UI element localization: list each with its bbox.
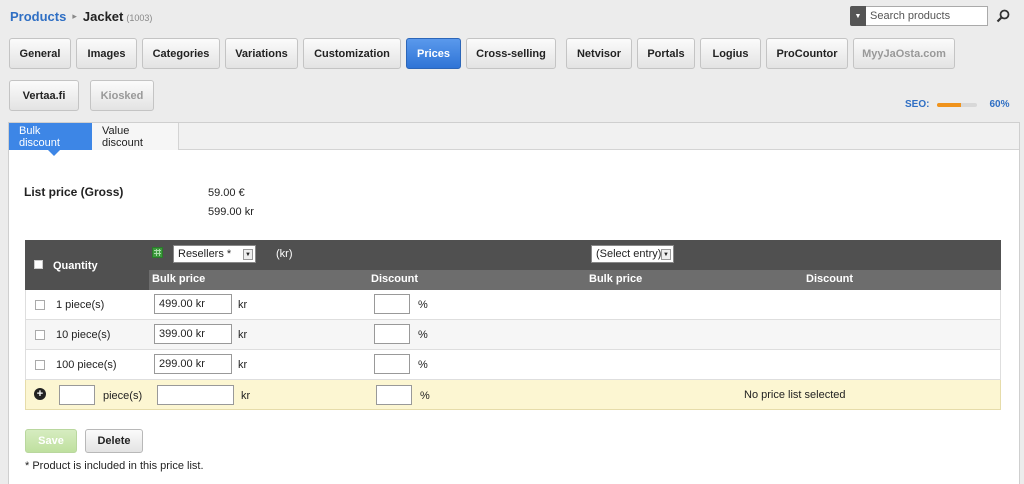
seo-progress-bar — [937, 102, 978, 107]
bulk-price-input[interactable]: 499.00 kr — [154, 294, 232, 314]
tab-customization[interactable]: Customization — [303, 38, 401, 69]
price-unit: kr — [238, 359, 248, 371]
second-select-value: (Select entry) — [596, 248, 662, 260]
table-row: 100 piece(s) 299.00 kr kr % — [25, 350, 1001, 380]
new-quantity-unit: piece(s) — [103, 390, 143, 402]
currency-note: (kr) — [276, 248, 293, 260]
dropdown-arrow-icon: ▼ — [243, 249, 253, 260]
active-subtab-pointer — [47, 149, 61, 156]
tab-categories[interactable]: Categories — [142, 38, 220, 69]
tab-kiosked[interactable]: Kiosked — [90, 80, 154, 111]
footnote: * Product is included in this price list… — [25, 460, 204, 472]
tab-procountor[interactable]: ProCountor — [766, 38, 848, 69]
price-unit: kr — [238, 299, 248, 311]
search-input[interactable] — [866, 6, 988, 26]
row-checkbox[interactable] — [35, 360, 45, 370]
search-box: ▼ — [850, 6, 1012, 26]
row-checkbox[interactable] — [35, 300, 45, 310]
new-discount-input[interactable] — [376, 385, 412, 405]
page-title: Jacket — [82, 9, 124, 24]
list-price-sek: 599.00 kr — [208, 206, 254, 218]
price-unit: kr — [238, 329, 248, 341]
tab-netvisor[interactable]: Netvisor — [566, 38, 632, 69]
magnifier-icon — [996, 9, 1010, 23]
breadcrumb: Products ▸ Jacket (1003) — [10, 9, 152, 24]
percent-unit: % — [418, 329, 428, 341]
tab-logius[interactable]: Logius — [700, 38, 761, 69]
tab-general[interactable]: General — [9, 38, 71, 69]
subtab-bar: Bulk discount Value discount — [9, 123, 1019, 150]
tab-variations[interactable]: Variations — [225, 38, 298, 69]
pricelist-select-value: Resellers * — [178, 248, 232, 260]
subtab-value-discount[interactable]: Value discount — [92, 123, 179, 150]
quantity-header: Quantity — [53, 260, 98, 272]
select-all-checkbox[interactable] — [34, 260, 43, 269]
bulk-discount-table: Quantity Resellers * ▼ (kr) (Select entr… — [25, 240, 1001, 410]
top-bar: Products ▸ Jacket(1003) ▼ General Images C… — [0, 0, 1024, 122]
row-quantity: 100 piece(s) — [56, 359, 117, 371]
col-discount: Discount — [371, 273, 419, 285]
prices-panel: Bulk discount Value discount List price … — [8, 122, 1020, 484]
seo-indicator: SEO: 60% — [905, 99, 1009, 110]
breadcrumb-separator-icon: ▸ — [72, 11, 77, 21]
tab-images[interactable]: Images — [76, 38, 137, 69]
add-row-icon[interactable]: + — [34, 388, 46, 400]
tab-prices[interactable]: Prices — [406, 38, 461, 69]
col-bulk-price-2: Bulk price — [589, 273, 643, 285]
discount-input[interactable] — [374, 324, 410, 344]
save-button[interactable]: Save — [25, 429, 77, 453]
col-discount-2: Discount — [806, 273, 854, 285]
spreadsheet-icon[interactable] — [152, 247, 163, 258]
seo-label: SEO: — [905, 99, 930, 110]
percent-unit: % — [418, 299, 428, 311]
col-bulk-price: Bulk price — [152, 273, 206, 285]
bulk-price-input[interactable]: 399.00 kr — [154, 324, 232, 344]
dropdown-arrow-icon: ▼ — [661, 249, 671, 260]
table-header: Quantity Resellers * ▼ (kr) (Select entr… — [25, 240, 1001, 290]
percent-unit: % — [418, 359, 428, 371]
tab-myyjaosta[interactable]: MyyJaOsta.com — [853, 38, 955, 69]
bulk-price-input[interactable]: 299.00 kr — [154, 354, 232, 374]
search-toggle-button[interactable]: ▼ — [850, 6, 866, 26]
search-button[interactable] — [994, 6, 1012, 26]
tab-portals[interactable]: Portals — [637, 38, 695, 69]
table-row: 10 piece(s) 399.00 kr kr % — [25, 320, 1001, 350]
new-quantity-input[interactable] — [59, 385, 95, 405]
discount-input[interactable] — [374, 354, 410, 374]
delete-button[interactable]: Delete — [85, 429, 143, 453]
breadcrumb-products-link[interactable]: Products — [10, 9, 66, 24]
new-row: + piece(s) kr % No price list selected — [25, 380, 1001, 410]
row-checkbox[interactable] — [35, 330, 45, 340]
second-pricelist-select[interactable]: (Select entry) ▼ — [591, 245, 674, 263]
pricelist-select[interactable]: Resellers * ▼ — [173, 245, 256, 263]
list-price-eur: 59.00 € — [208, 187, 245, 199]
caret-down-icon: ▼ — [854, 12, 862, 20]
discount-input[interactable] — [374, 294, 410, 314]
row-quantity: 1 piece(s) — [56, 299, 105, 311]
product-id: (1003) — [126, 13, 153, 23]
subtab-bulk-discount[interactable]: Bulk discount — [9, 123, 92, 150]
table-row: 1 piece(s) 499.00 kr kr % — [25, 290, 1001, 320]
seo-value: 60% — [989, 99, 1010, 110]
sub-header: Bulk price Discount Bulk price Discount — [149, 270, 1001, 290]
new-bulk-price-input[interactable] — [157, 385, 234, 405]
list-price-label: List price (Gross) — [24, 185, 124, 199]
tab-vertaa[interactable]: Vertaa.fi — [9, 80, 79, 111]
row-quantity: 10 piece(s) — [56, 329, 111, 341]
new-percent-unit: % — [420, 390, 430, 402]
new-price-unit: kr — [241, 390, 251, 402]
seo-progress-fill — [937, 102, 962, 107]
no-price-list-message: No price list selected — [744, 389, 846, 401]
tab-cross-selling[interactable]: Cross-selling — [466, 38, 556, 69]
